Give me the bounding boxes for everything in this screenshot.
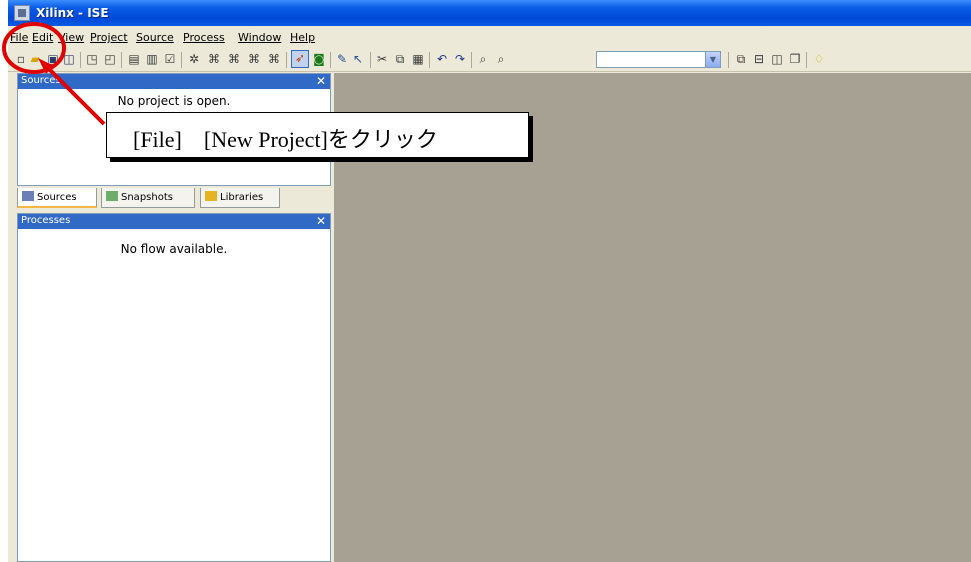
lightbulb-icon[interactable]: ♢ <box>812 52 826 66</box>
print-icon[interactable]: ◰ <box>103 52 117 66</box>
menu-view[interactable]: View <box>58 31 84 44</box>
tab-libraries-label: Libraries <box>220 192 264 203</box>
copy-icon[interactable]: ⧉ <box>393 52 407 66</box>
implement-icon[interactable]: ✲ <box>187 52 201 66</box>
sources-panel-header: Sources ✕ <box>18 74 330 89</box>
toolbar-separator <box>80 52 81 68</box>
translate-icon[interactable]: ⌘ <box>227 52 241 66</box>
tab-snapshots-label: Snapshots <box>121 192 173 203</box>
snapshots-tab-icon <box>106 191 118 201</box>
synthesize-icon[interactable]: ⌘ <box>207 52 221 66</box>
menu-window[interactable]: Window <box>238 31 281 44</box>
find-icon[interactable]: ⌕ <box>476 52 490 66</box>
menu-bar: File Edit View Project Source Process Wi… <box>8 28 971 46</box>
sources-panel-title: Sources <box>21 75 61 86</box>
menu-process[interactable]: Process <box>183 31 225 44</box>
annotation-callout: [File] [New Project]をクリック <box>106 112 529 158</box>
close-icon[interactable]: ✕ <box>316 214 326 228</box>
close-icon[interactable]: ✕ <box>316 74 326 88</box>
cascade-icon[interactable]: ⧉ <box>734 52 748 66</box>
tile-horizontal-icon[interactable]: ⊟ <box>752 52 766 66</box>
window-title: Xilinx - ISE <box>36 6 109 20</box>
processes-panel-header: Processes ✕ <box>18 214 330 229</box>
restore-icon[interactable]: ❐ <box>788 52 802 66</box>
open-icon[interactable]: ▰ <box>28 52 42 66</box>
wizard-icon[interactable]: ➶ <box>291 50 309 68</box>
app-icon <box>14 5 30 21</box>
redo-icon[interactable]: ↷ <box>453 52 467 66</box>
help-cursor-icon[interactable]: ↖ <box>351 52 365 66</box>
menu-project[interactable]: Project <box>90 31 128 44</box>
tab-snapshots[interactable]: Snapshots <box>101 188 195 208</box>
design-summary-icon[interactable]: ▥ <box>145 52 159 66</box>
title-bar[interactable]: Xilinx - ISE <box>8 0 971 26</box>
sources-tabs: Sources Snapshots Libraries <box>17 186 331 209</box>
processes-panel: Processes ✕ No flow available. <box>17 213 331 562</box>
menu-file[interactable]: File <box>10 31 28 44</box>
sources-tab-icon <box>22 191 34 201</box>
tab-sources[interactable]: Sources <box>17 188 97 208</box>
libraries-tab-icon <box>205 191 217 201</box>
checkbox-icon[interactable]: ☑ <box>163 52 177 66</box>
tab-sources-label: Sources <box>37 192 77 203</box>
processes-panel-title: Processes <box>21 215 71 226</box>
refresh-icon[interactable]: ◙ <box>312 52 326 66</box>
processes-empty-message: No flow available. <box>120 242 228 256</box>
menu-edit[interactable]: Edit <box>32 31 53 44</box>
toolbar-separator <box>471 52 472 68</box>
toolbar-separator <box>181 52 182 68</box>
save-all-icon[interactable]: ◫ <box>62 52 76 66</box>
edit-icon[interactable]: ▤ <box>127 52 141 66</box>
place-route-icon[interactable]: ⌘ <box>267 52 281 66</box>
toolbar-separator <box>330 52 331 68</box>
tab-libraries[interactable]: Libraries <box>200 188 280 208</box>
toolbar-separator <box>806 52 807 68</box>
sources-empty-message: No project is open. <box>117 94 231 108</box>
tile-vertical-icon[interactable]: ◫ <box>770 52 784 66</box>
toolbar-combo-box[interactable]: ▼ <box>596 51 721 68</box>
pen-icon[interactable]: ✎ <box>335 52 349 66</box>
toolbar-separator <box>121 52 122 68</box>
cut-icon[interactable]: ✂ <box>375 52 389 66</box>
undo-icon[interactable]: ↶ <box>435 52 449 66</box>
toolbar-separator <box>728 52 729 68</box>
toolbar-separator <box>286 52 287 68</box>
chevron-down-icon[interactable]: ▼ <box>705 52 720 67</box>
toolbar-separator <box>370 52 371 68</box>
print-preview-icon[interactable]: ◳ <box>85 52 99 66</box>
menu-source[interactable]: Source <box>136 31 174 44</box>
save-icon[interactable]: ▣ <box>46 52 60 66</box>
find-in-files-icon[interactable]: ⌕ <box>494 52 508 66</box>
toolbar: ▫ ▰ ▣ ◫ ◳ ◰ ▤ ▥ ☑ ✲ ⌘ ⌘ ⌘ ⌘ ➶ ◙ ✎ ↖ ✂ ⧉ … <box>8 48 971 72</box>
menu-help[interactable]: Help <box>290 31 315 44</box>
new-icon[interactable]: ▫ <box>14 52 28 66</box>
map-icon[interactable]: ⌘ <box>247 52 261 66</box>
paste-icon[interactable]: ▦ <box>411 52 425 66</box>
toolbar-separator <box>429 52 430 68</box>
